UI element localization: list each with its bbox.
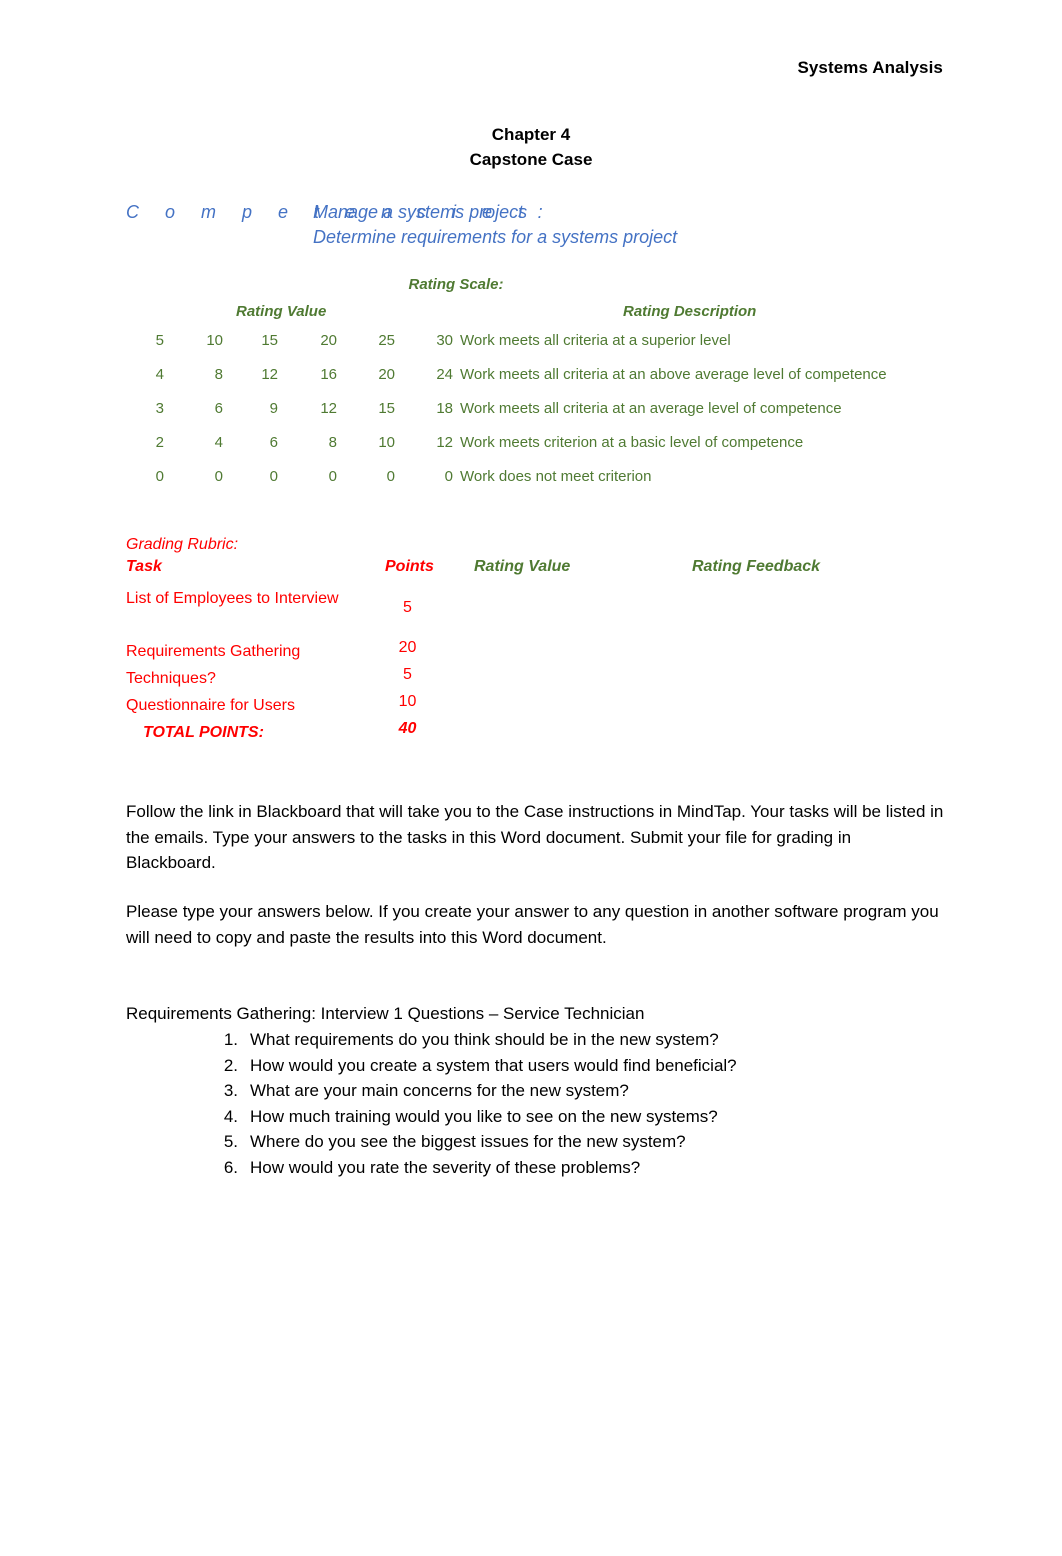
- rating-value-cell: 25: [378, 332, 395, 349]
- task-cell: Requirements Gathering: [126, 643, 301, 660]
- table-row: List of Employees to Interview 5: [126, 586, 956, 639]
- rating-value-cell: 10: [206, 332, 223, 349]
- rating-scale-row: 0 0 0 0 0 0 Work does not meet criterion: [126, 468, 956, 502]
- rating-value-cell: 15: [261, 332, 278, 349]
- document-page: Systems Analysis Chapter 4 Capstone Case…: [0, 0, 1062, 1556]
- list-item: 6. How would you rate the severity of th…: [216, 1155, 976, 1181]
- rating-value-cell: 12: [320, 400, 337, 417]
- running-header: Systems Analysis: [797, 58, 943, 77]
- total-points-value: 40: [398, 720, 417, 737]
- list-item: 4. How much training would you like to s…: [216, 1104, 976, 1130]
- rating-feedback-header: Rating Feedback: [692, 558, 821, 575]
- list-item: 2. How would you create a system that us…: [216, 1053, 976, 1079]
- rating-scale-row: 4 8 12 16 20 24 Work meets all criteria …: [126, 366, 956, 400]
- interview-section-heading: Requirements Gathering: Interview 1 Ques…: [126, 1004, 645, 1023]
- rating-description-header: Rating Description: [623, 303, 757, 320]
- task-cell: Questionnaire for Users: [126, 697, 295, 714]
- rating-value-cell: 16: [320, 366, 337, 383]
- list-item-number: 2.: [223, 1055, 238, 1075]
- rating-scale-section: Rating Scale: Rating Value Rating Descri…: [126, 276, 956, 502]
- competencies-list: Manage a systems project Determine requi…: [313, 200, 677, 250]
- list-item: 5. Where do you see the biggest issues f…: [216, 1129, 976, 1155]
- instructions-paragraph-1: Follow the link in Blackboard that will …: [126, 802, 944, 872]
- rating-value-cell: 20: [320, 332, 337, 349]
- title-line-case: Capstone Case: [469, 150, 593, 169]
- rating-value-cell: 4: [214, 434, 223, 451]
- rating-scale-title: Rating Scale:: [408, 276, 504, 293]
- rating-value-cell: 0: [328, 468, 337, 485]
- rating-value-cell: 0: [386, 468, 395, 485]
- task-header: Task: [126, 558, 162, 575]
- task-cell: Techniques?: [126, 670, 216, 687]
- rating-description-cell: Work meets all criteria at an above aver…: [460, 366, 887, 383]
- list-item-number: 6.: [223, 1157, 238, 1177]
- rating-value-cell: 10: [378, 434, 395, 451]
- rating-value-cell: 6: [269, 434, 278, 451]
- list-item-number: 1.: [223, 1030, 238, 1049]
- rating-scale-row: 2 4 6 8 10 12 Work meets criterion at a …: [126, 434, 956, 468]
- rating-value-cell: 30: [436, 332, 453, 349]
- total-points-label: TOTAL POINTS:: [143, 724, 264, 741]
- rating-value-cell: 4: [155, 366, 164, 383]
- task-cell: List of Employees to Interview: [126, 590, 339, 607]
- rating-value-header: Rating Value: [474, 558, 571, 575]
- grading-rubric-section: Grading Rubric: Task Points Rating Value…: [126, 533, 956, 747]
- interview-questions-list: 1. What requirements do you think should…: [216, 1027, 976, 1180]
- rating-description-cell: Work meets all criteria at a superior le…: [460, 332, 731, 349]
- rating-value-header: Rating Value: [236, 303, 327, 320]
- list-item: 1. What requirements do you think should…: [216, 1027, 976, 1053]
- points-cell: 20: [398, 639, 417, 656]
- instructions-paragraph-2: Please type your answers below. If you c…: [126, 902, 939, 947]
- points-cell: 5: [403, 599, 412, 616]
- competency-item-1: Manage a systems project: [313, 202, 524, 222]
- points-header: Points: [385, 558, 434, 575]
- rating-value-cell: 0: [444, 468, 453, 485]
- list-item-text: How would you rate the severity of these…: [250, 1157, 641, 1177]
- grading-rubric-headers: Task Points Rating Value Rating Feedback: [126, 558, 956, 586]
- rating-value-cell: 0: [155, 468, 164, 485]
- rating-value-cell: 0: [269, 468, 278, 485]
- rating-value-cell: 20: [378, 366, 395, 383]
- rating-value-cell: 8: [214, 366, 223, 383]
- rating-description-cell: Work does not meet criterion: [460, 468, 652, 485]
- rating-scale-row: 3 6 9 12 15 18 Work meets all criteria a…: [126, 400, 956, 434]
- grading-rubric-title: Grading Rubric:: [126, 536, 239, 553]
- list-item-text: Where do you see the biggest issues for …: [250, 1132, 686, 1151]
- list-item-number: 4.: [223, 1106, 238, 1126]
- rating-value-cell: 8: [328, 434, 337, 451]
- rating-value-cell: 24: [436, 366, 453, 383]
- rating-value-cell: 12: [261, 366, 278, 383]
- rating-description-cell: Work meets all criteria at an average le…: [460, 400, 842, 417]
- rating-value-cell: 3: [155, 400, 164, 417]
- table-row: Requirements Gathering 20: [126, 639, 956, 666]
- list-item: 3. What are your main concerns for the n…: [216, 1078, 976, 1104]
- title-line-chapter: Chapter 4: [491, 125, 571, 144]
- competencies-section: C o m p e t e n c i e s: Manage a system…: [126, 200, 946, 258]
- rating-description-cell: Work meets criterion at a basic level of…: [460, 434, 804, 451]
- rating-value-cell: 0: [214, 468, 223, 485]
- list-item-text: How much training would you like to see …: [250, 1106, 718, 1126]
- rating-value-cell: 15: [378, 400, 395, 417]
- page-title: Chapter 4 Capstone Case: [0, 122, 1062, 172]
- table-row: Techniques? 5: [126, 666, 956, 693]
- rating-value-cell: 9: [269, 400, 278, 417]
- list-item-text: What requirements do you think should be…: [250, 1030, 719, 1049]
- list-item-text: What are your main concerns for the new …: [250, 1081, 629, 1100]
- rating-value-cell: 2: [155, 434, 164, 451]
- table-row-total: TOTAL POINTS: 40: [126, 720, 956, 747]
- list-item-number: 3.: [223, 1081, 238, 1100]
- competency-item-2: Determine requirements for a systems pro…: [313, 227, 678, 247]
- rating-value-cell: 18: [436, 400, 453, 417]
- rating-value-cell: 12: [436, 434, 453, 451]
- rating-value-cell: 6: [214, 400, 223, 417]
- points-cell: 10: [398, 693, 417, 710]
- list-item-number: 5.: [223, 1132, 238, 1151]
- list-item-text: How would you create a system that users…: [250, 1055, 737, 1075]
- rating-scale-row: 5 10 15 20 25 30 Work meets all criteria…: [126, 332, 956, 366]
- rating-value-cell: 5: [155, 332, 164, 349]
- table-row: Questionnaire for Users 10: [126, 693, 956, 720]
- points-cell: 5: [403, 666, 412, 683]
- rating-scale-column-headers: Rating Value Rating Description: [126, 303, 956, 332]
